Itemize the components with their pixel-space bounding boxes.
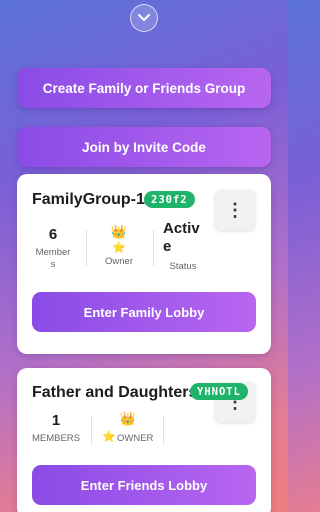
group-menu-button[interactable]: ⋮ [215,190,255,230]
enter-friends-lobby-button[interactable]: Enter Friends Lobby [32,465,256,505]
group-card: Father and Daughters ⋮ YHNOTL 1 MEMBERS … [17,368,271,512]
star-icon: ⭐ [112,242,126,254]
invite-code-badge: 230f2 [144,191,195,208]
members-count: 1 [51,412,61,429]
group-card: FamilyGroup-1 230f2 ⋮ 6 Member s 👑 ⭐ Own… [17,174,271,354]
divider [163,416,164,444]
divider [91,416,92,444]
enter-family-lobby-button[interactable]: Enter Family Lobby [32,292,256,332]
collapse-button[interactable] [130,4,158,32]
create-group-button[interactable]: Create Family or Friends Group [17,68,271,108]
more-vertical-icon: ⋮ [226,199,244,220]
members-label: MEMBERS [31,433,81,444]
group-name: FamilyGroup-1 [32,191,145,208]
invite-code-badge: YHNOTL [190,383,248,400]
members-label-wrap: s [50,259,56,270]
divider [86,230,87,266]
crown-icon: 👑 [119,411,137,426]
chevron-down-icon [138,14,150,22]
owner-label: Owner [105,256,133,267]
members-label: Member [35,247,71,258]
members-count: 6 [48,226,58,243]
crown-icon: 👑 [110,224,128,239]
divider [153,230,154,266]
owner-label: OWNER [117,433,154,444]
star-icon: ⭐ [102,431,116,443]
status-value: Activ [163,220,200,237]
group-name: Father and Daughters [32,384,198,401]
status-label: Status [169,261,197,272]
status-value-wrap: e [163,238,172,255]
join-by-code-button[interactable]: Join by Invite Code [17,127,271,167]
